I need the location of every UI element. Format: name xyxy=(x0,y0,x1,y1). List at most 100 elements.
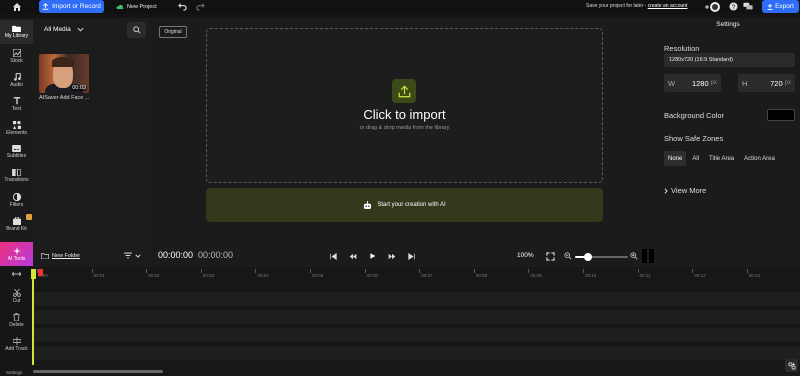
rail-item-filters[interactable]: Filters xyxy=(0,188,33,212)
cut-button[interactable]: Cut xyxy=(0,289,33,304)
trash-icon xyxy=(13,313,20,321)
timeline-tick-label: 00:10 xyxy=(585,273,597,278)
background-color-label: Background Color xyxy=(664,111,725,120)
rail-label: My Library xyxy=(4,33,29,39)
cut-label: Cut xyxy=(12,298,21,304)
transitions-icon xyxy=(12,169,21,176)
timeline-tick-mark xyxy=(419,269,421,273)
start-with-ai-button[interactable]: Start your creation with AI xyxy=(206,188,603,222)
width-unit: px xyxy=(710,80,717,86)
click-to-import-title: Click to import xyxy=(363,107,446,122)
timeline-track[interactable] xyxy=(33,310,800,324)
fast-forward-icon[interactable] xyxy=(388,253,396,260)
upload-icon xyxy=(767,3,773,10)
total-time-frames: 00 xyxy=(223,250,234,260)
import-dropzone[interactable] xyxy=(206,28,603,183)
rail-item-my-library[interactable]: My Library xyxy=(0,20,33,44)
rail-label: AI Tools xyxy=(7,255,26,262)
width-field[interactable]: W 1280 px xyxy=(664,74,721,92)
undo-button[interactable] xyxy=(178,2,187,11)
width-label: W xyxy=(668,78,676,88)
in-point-marker[interactable] xyxy=(38,269,43,276)
view-more-button[interactable]: View More xyxy=(664,186,706,195)
rail-item-subtitles[interactable]: Subtitles xyxy=(0,140,33,164)
help-button[interactable]: ? xyxy=(729,2,738,11)
current-time-frames: 00 xyxy=(183,250,194,260)
rail-item-stock[interactable]: Stock xyxy=(0,44,33,68)
timeline-tick-mark xyxy=(310,269,311,273)
safe-zone-title-area[interactable]: Title Area xyxy=(705,151,738,166)
media-thumbnail[interactable]: 00:03 xyxy=(39,54,89,93)
new-project-label: New Project xyxy=(127,3,157,10)
rail-label: Text xyxy=(11,105,22,112)
timeline-track[interactable] xyxy=(33,346,800,360)
timeline-tick-label: 00:05 xyxy=(312,273,324,278)
rewind-icon[interactable] xyxy=(349,253,357,260)
create-account-link[interactable]: create an account xyxy=(648,3,688,9)
timeline-zoom-fit[interactable] xyxy=(0,271,33,277)
sort-filter-button[interactable] xyxy=(124,252,141,259)
redo-button[interactable] xyxy=(196,2,205,11)
skip-to-start-icon[interactable] xyxy=(330,252,337,260)
timeline-tick-label: 00:02 xyxy=(148,273,160,278)
safe-zone-action-area[interactable]: Action Area xyxy=(740,151,779,166)
keyboard-shortcuts-button[interactable] xyxy=(785,359,798,372)
add-track-button[interactable]: Add Track xyxy=(0,337,33,352)
rail-item-ai-tools[interactable]: AI Tools xyxy=(0,242,33,266)
brand-kit-badge xyxy=(26,214,32,220)
layout-toggle[interactable] xyxy=(642,249,654,263)
timeline-tick-label: 00:03 xyxy=(202,273,215,278)
skip-to-end-icon[interactable] xyxy=(408,252,415,260)
timeline-settings-label[interactable]: Settings xyxy=(6,370,22,375)
safe-zone-all[interactable]: All xyxy=(688,151,703,166)
resolution-select[interactable]: 1280x720 (16:9 Standard) xyxy=(664,53,795,67)
home-button[interactable] xyxy=(10,1,24,13)
timeline-track[interactable] xyxy=(33,328,800,342)
new-folder-button[interactable]: New Folder xyxy=(41,253,80,259)
zoom-out-button[interactable] xyxy=(564,252,572,260)
rail-item-text[interactable]: Text xyxy=(0,92,33,116)
rail-item-elements[interactable]: Elements xyxy=(0,116,33,140)
rail-label: Audio xyxy=(10,81,23,88)
play-icon[interactable] xyxy=(369,252,376,260)
timeline-tick-label: 00:07 xyxy=(421,273,433,278)
cloud-icon xyxy=(116,4,124,9)
original-aspect-button[interactable]: Original xyxy=(159,26,187,38)
timeline-track[interactable] xyxy=(33,292,800,306)
height-field[interactable]: H 720 px xyxy=(738,74,795,92)
playhead-line[interactable] xyxy=(32,270,34,365)
timeline-tick-mark xyxy=(528,269,530,273)
delete-button[interactable]: Delete xyxy=(0,313,33,328)
timeline-tick-label: 00:06 xyxy=(366,273,378,278)
stock-icon xyxy=(12,48,21,57)
zoom-in-button[interactable] xyxy=(630,252,638,260)
chat-button[interactable] xyxy=(743,2,753,11)
export-button[interactable]: Export xyxy=(762,0,799,13)
zoom-percentage[interactable]: 100% xyxy=(517,252,534,259)
folder-icon xyxy=(12,25,21,32)
undo-icon xyxy=(178,3,187,11)
save-project-note: Save your project for later - create an … xyxy=(586,3,687,9)
safe-zone-none[interactable]: None xyxy=(664,151,687,166)
playhead-handle[interactable] xyxy=(31,269,36,279)
media-filter-select[interactable]: All Media xyxy=(44,26,84,33)
rail-item-transitions[interactable]: Transitions xyxy=(0,164,33,188)
chevron-right-icon xyxy=(664,187,668,194)
timeline-scrollbar[interactable] xyxy=(33,370,163,373)
import-or-record-button[interactable]: Import or Record xyxy=(39,0,104,13)
new-project-button[interactable]: New Project xyxy=(116,0,157,13)
media-search-button[interactable] xyxy=(127,22,146,38)
timeline-tick-mark xyxy=(692,269,694,273)
upload-button[interactable] xyxy=(392,79,416,103)
timeline-tick-mark xyxy=(473,269,475,273)
fit-to-screen-button[interactable] xyxy=(546,252,555,261)
chevron-down-icon xyxy=(135,254,141,258)
rail-item-audio[interactable]: Audio xyxy=(0,68,33,92)
background-color-swatch[interactable] xyxy=(767,109,795,121)
timeline-tick-mark xyxy=(637,269,639,273)
current-time: 00:00:00 xyxy=(158,250,194,260)
avatar[interactable] xyxy=(704,1,720,13)
folder-plus-icon xyxy=(41,253,49,259)
height-unit: px xyxy=(784,80,791,86)
home-icon xyxy=(13,3,21,11)
